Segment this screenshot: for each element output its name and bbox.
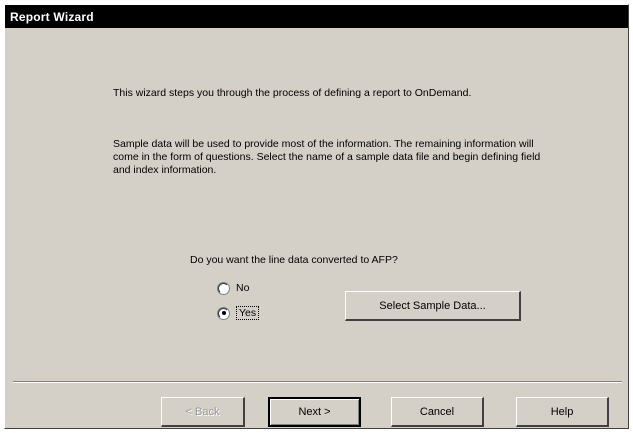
title-bar: Report Wizard	[5, 5, 628, 28]
back-button[interactable]: < Back	[161, 397, 245, 427]
afp-conversion-question: Do you want the line data converted to A…	[190, 254, 398, 266]
radio-button-no[interactable]	[218, 282, 229, 294]
cancel-button[interactable]: Cancel	[391, 397, 484, 427]
radio-label-no[interactable]: No	[236, 282, 249, 294]
intro-paragraph-1: This wizard steps you through the proces…	[113, 87, 472, 99]
intro-paragraph-2: Sample data will be used to provide most…	[113, 138, 541, 176]
report-wizard-window: Report Wizard This wizard steps you thro…	[4, 4, 629, 429]
radio-option-no[interactable]: No	[218, 282, 249, 294]
select-sample-data-button[interactable]: Select Sample Data...	[345, 291, 521, 321]
next-button[interactable]: Next >	[268, 397, 361, 427]
radio-button-yes[interactable]	[218, 307, 229, 319]
help-button[interactable]: Help	[516, 397, 609, 427]
radio-option-yes[interactable]: Yes	[218, 306, 260, 320]
radio-label-yes[interactable]: Yes	[236, 306, 260, 320]
window-title: Report Wizard	[10, 9, 94, 24]
button-separator	[13, 381, 622, 383]
